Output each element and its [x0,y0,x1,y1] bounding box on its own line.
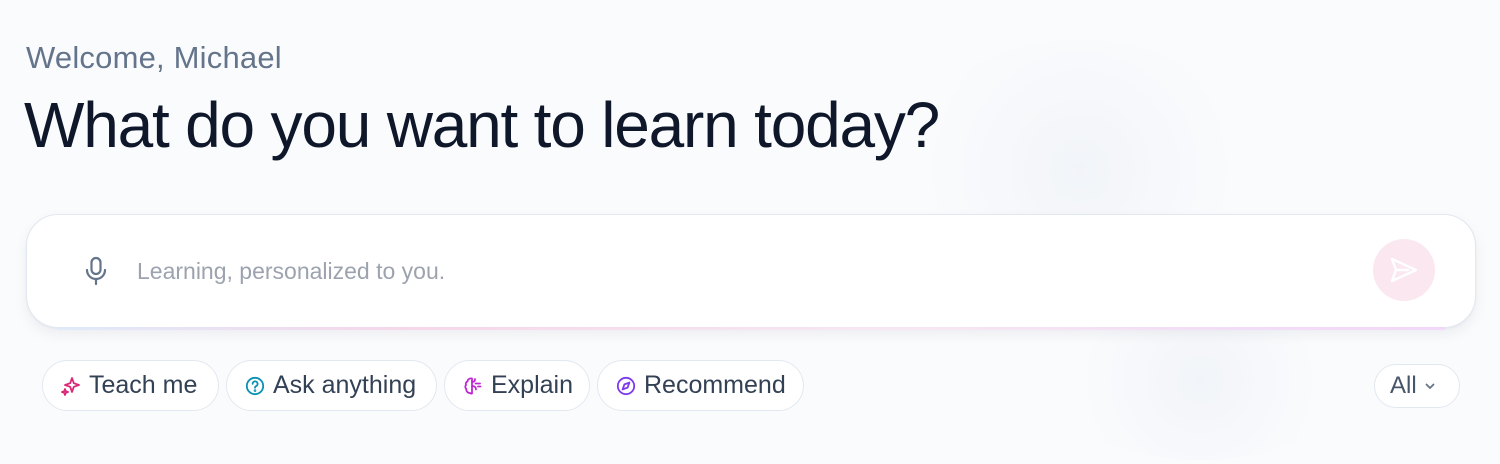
send-button[interactable] [1373,239,1435,301]
chip-label: Teach me [89,371,198,399]
welcome-text: Welcome, Michael [26,40,282,75]
chip-ask-anything[interactable]: Ask anything [226,360,437,411]
chip-explain[interactable]: Explain [444,360,590,411]
filter-selected-value: All [1390,372,1417,399]
filter-select[interactable]: All [1374,364,1460,408]
chip-label: Explain [491,371,573,399]
chip-teach-me[interactable]: Teach me [42,360,219,411]
prompt-input[interactable] [137,245,1337,297]
chevron-down-icon [1425,383,1435,389]
prompt-box [26,214,1476,330]
chip-label: Ask anything [273,371,417,399]
send-icon [1390,257,1418,283]
question-circle-icon [245,376,265,395]
learning-home: Welcome, Michael What do you want to lea… [0,0,1500,464]
brain-icon [464,377,482,394]
compass-icon [616,376,636,395]
microphone-icon[interactable] [83,256,109,286]
chip-recommend[interactable]: Recommend [597,360,804,411]
sparkles-icon [61,376,80,396]
page-title: What do you want to learn today? [24,89,940,161]
chip-label: Recommend [644,371,786,399]
